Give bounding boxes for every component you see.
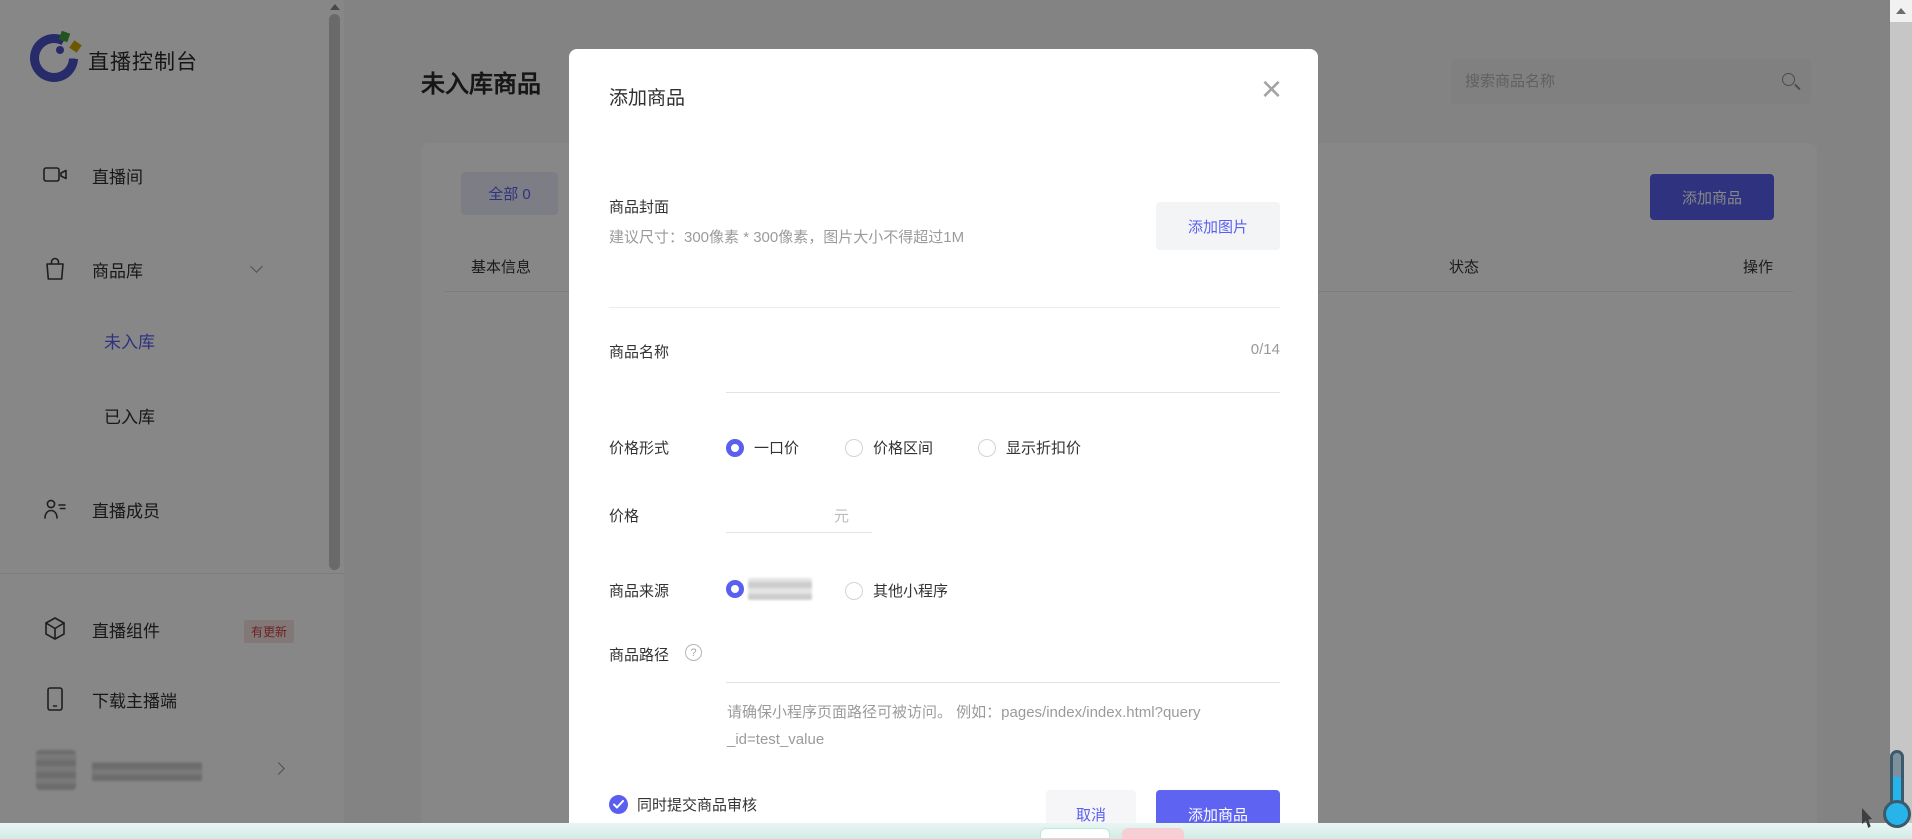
bottom-window-strip bbox=[0, 823, 1912, 839]
path-label: 商品路径 bbox=[609, 647, 670, 664]
path-hint-line1: 请确保小程序页面路径可被访问。 例如：pages/index/index.htm… bbox=[727, 704, 1201, 721]
background-window-button-pink bbox=[1122, 828, 1184, 839]
radio-label: 显示折扣价 bbox=[1006, 440, 1082, 457]
radio-label: 一口价 bbox=[754, 440, 800, 457]
checkbox-checked-icon bbox=[609, 795, 628, 814]
product-name-input[interactable] bbox=[726, 355, 1280, 393]
close-icon[interactable]: × bbox=[1261, 71, 1282, 107]
background-window-button-white bbox=[1040, 828, 1110, 839]
radio-discount-price[interactable]: 显示折扣价 bbox=[978, 437, 1081, 458]
modal-title: 添加商品 bbox=[609, 88, 686, 109]
path-hint-line2: _id=test_value bbox=[727, 731, 825, 748]
radio-unselected-icon bbox=[978, 438, 996, 457]
radio-selected-icon bbox=[726, 438, 744, 457]
radio-label: 价格区间 bbox=[873, 440, 934, 457]
price-input[interactable] bbox=[726, 497, 872, 533]
help-icon[interactable]: ? bbox=[685, 644, 702, 661]
floating-thermometer-widget[interactable] bbox=[1882, 750, 1912, 835]
source-option-redacted bbox=[748, 578, 812, 600]
price-label: 价格 bbox=[609, 508, 640, 525]
radio-selected-icon bbox=[726, 580, 744, 598]
submit-review-checkbox[interactable]: 同时提交商品审核 bbox=[609, 794, 757, 815]
cover-size-hint: 建议尺寸：300像素 * 300像素，图片大小不得超过1M bbox=[609, 229, 965, 246]
radio-fixed-price[interactable]: 一口价 bbox=[726, 437, 799, 458]
radio-source-other-miniprogram[interactable]: 其他小程序 bbox=[845, 580, 948, 601]
radio-unselected-icon bbox=[845, 581, 863, 600]
widget-bulb bbox=[1883, 800, 1911, 828]
checkbox-label: 同时提交商品审核 bbox=[637, 797, 758, 814]
price-unit: 元 bbox=[834, 508, 850, 525]
radio-label: 其他小程序 bbox=[873, 583, 949, 600]
name-label: 商品名称 bbox=[609, 344, 670, 361]
section-divider bbox=[609, 307, 1280, 308]
product-path-input[interactable] bbox=[726, 645, 1280, 683]
add-product-modal: 添加商品 × 商品封面 建议尺寸：300像素 * 300像素，图片大小不得超过1… bbox=[569, 49, 1318, 839]
path-hint: 请确保小程序页面路径可被访问。 例如：pages/index/index.htm… bbox=[727, 699, 1283, 753]
add-image-button[interactable]: 添加图片 bbox=[1156, 202, 1280, 250]
cover-label: 商品封面 bbox=[609, 199, 670, 216]
screen: 直播控制台 直播间 商品库 未入库 已入库 直播成员 直播组件 有更新 下载主播… bbox=[0, 0, 1912, 839]
scrollbar-up-arrow-icon[interactable] bbox=[1890, 0, 1912, 22]
source-label: 商品来源 bbox=[609, 583, 670, 600]
browser-scrollbar[interactable] bbox=[1890, 0, 1912, 839]
price-type-label: 价格形式 bbox=[609, 440, 670, 457]
radio-price-range[interactable]: 价格区间 bbox=[845, 437, 933, 458]
radio-source-current-miniprogram[interactable] bbox=[726, 580, 744, 598]
radio-unselected-icon bbox=[845, 438, 863, 457]
